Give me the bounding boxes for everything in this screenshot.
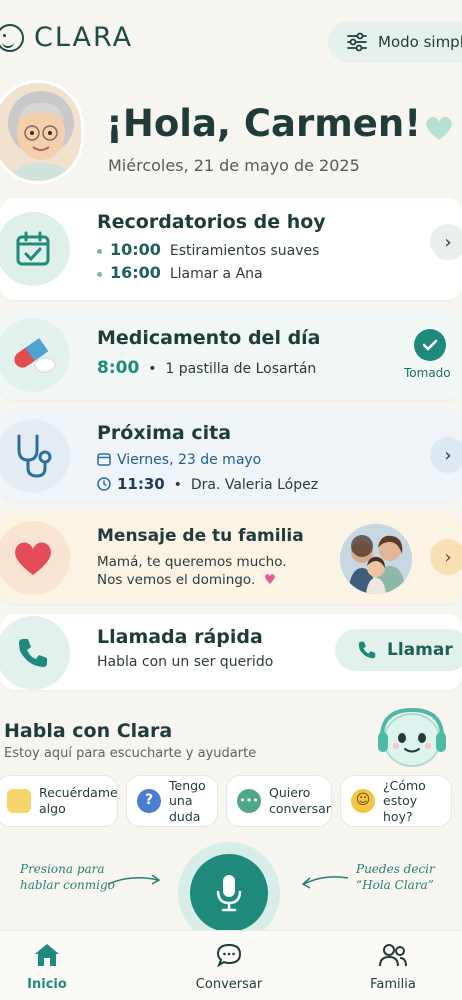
sticky-note-icon bbox=[7, 789, 31, 813]
chip-question[interactable]: ? Tengo una duda bbox=[126, 775, 218, 827]
appointment-doctor: Dra. Valeria López bbox=[190, 477, 319, 493]
chip-label: Recuérdame algo bbox=[39, 785, 118, 816]
phone-icon bbox=[19, 639, 47, 667]
chat-icon bbox=[216, 943, 242, 968]
arrow-left-icon bbox=[301, 876, 349, 889]
pink-heart-icon: ♥ bbox=[263, 572, 276, 588]
phone-small-icon bbox=[358, 641, 376, 659]
appointment-date: Viernes, 23 de mayo bbox=[97, 452, 261, 468]
quick-call-subtitle: Habla con un ser querido bbox=[97, 654, 274, 670]
nav-home[interactable]: Inicio bbox=[0, 941, 102, 992]
quick-call-title: Llamada rápida bbox=[97, 626, 263, 648]
nav-chat[interactable]: Conversar bbox=[174, 941, 284, 992]
nav-family[interactable]: Familia bbox=[338, 941, 448, 992]
question-icon: ? bbox=[137, 789, 161, 813]
chevron-right-icon[interactable]: › bbox=[430, 437, 462, 473]
mic-button[interactable] bbox=[178, 842, 280, 944]
reminder-text: Llamar a Ana bbox=[169, 266, 263, 282]
taken-check-icon[interactable] bbox=[414, 329, 446, 361]
appointment-card[interactable]: Próxima cita Viernes, 23 de mayo 11:30 •… bbox=[0, 410, 462, 502]
header: CLARA Modo simpl bbox=[0, 0, 462, 80]
nav-home-label: Inicio bbox=[27, 977, 67, 992]
greeting-date: Miércoles, 21 de mayo de 2025 bbox=[108, 156, 360, 175]
chip-converse[interactable]: ••• Quiero conversar bbox=[226, 775, 332, 827]
chip-how-am-i[interactable]: ☺ ¿Cómo estoy hoy? bbox=[340, 775, 452, 827]
smiley-icon: ☺ bbox=[351, 789, 375, 813]
mode-label: Modo simpl bbox=[378, 33, 462, 51]
people-icon bbox=[379, 944, 407, 967]
simple-mode-button[interactable]: Modo simpl bbox=[328, 21, 462, 63]
call-button[interactable]: Llamar bbox=[335, 629, 462, 671]
medication-card[interactable]: Medicamento del día 8:00 • 1 pastilla de… bbox=[0, 310, 462, 400]
reminder-text: Estiramientos suaves bbox=[169, 243, 320, 259]
appointment-title: Próxima cita bbox=[97, 422, 232, 444]
medication-detail: 8:00 • 1 pastilla de Losartán bbox=[97, 358, 317, 378]
chip-label: Quiero conversar bbox=[269, 785, 331, 816]
chip-label: ¿Cómo estoy hoy? bbox=[383, 777, 426, 824]
family-photo bbox=[340, 524, 412, 594]
calendar-icon-circle bbox=[0, 212, 70, 286]
pill-icon-circle bbox=[0, 318, 70, 392]
nav-chat-label: Conversar bbox=[195, 977, 263, 992]
clock-icon bbox=[97, 477, 111, 491]
reminders-card[interactable]: Recordatorios de hoy 10:00 Estiramientos… bbox=[0, 198, 462, 300]
chevron-right-icon[interactable]: › bbox=[430, 224, 462, 260]
home-icon bbox=[35, 944, 59, 966]
mic-inner bbox=[190, 854, 268, 932]
red-heart-icon bbox=[15, 542, 51, 575]
heart-icon-circle bbox=[0, 521, 70, 595]
calendar-check-icon bbox=[16, 231, 50, 266]
taken-status: Tomado bbox=[404, 366, 451, 380]
suggestion-chips: Recuérdame algo ? Tengo una duda ••• Quier… bbox=[0, 775, 452, 827]
family-line-2-text: Nos vemos el domingo. bbox=[97, 572, 256, 588]
pill-icon bbox=[14, 338, 56, 373]
calendar-small-icon bbox=[97, 453, 111, 466]
reminder-item: 16:00 Llamar a Ana bbox=[97, 263, 263, 282]
avatar bbox=[0, 80, 84, 184]
medication-time: 8:00 bbox=[97, 358, 140, 378]
greeting-title: ¡Hola, Carmen! bbox=[106, 102, 422, 145]
talk-title: Habla con Clara bbox=[4, 720, 173, 742]
quick-call-card: Llamada rápida Habla con un ser querido … bbox=[0, 614, 462, 690]
stethoscope-icon bbox=[17, 434, 52, 478]
app-screen: CLARA Modo simpl ¡Hola, Carmen! Miércole… bbox=[0, 0, 462, 1000]
mic-hint-left: Presiona para hablar conmigo bbox=[20, 862, 115, 892]
heart-icon bbox=[426, 116, 452, 140]
phone-icon-circle bbox=[0, 616, 70, 690]
chip-remind[interactable]: Recuérdame algo bbox=[0, 775, 118, 827]
reminder-time: 16:00 bbox=[110, 263, 161, 282]
medication-title: Medicamento del día bbox=[97, 327, 321, 349]
medication-text: 1 pastilla de Losartán bbox=[165, 361, 317, 377]
sliders-icon bbox=[347, 32, 367, 52]
appointment-time-text: 11:30 bbox=[117, 475, 165, 493]
greeting-section: ¡Hola, Carmen! Miércoles, 21 de mayo de … bbox=[0, 80, 462, 192]
family-title: Mensaje de tu familia bbox=[97, 526, 304, 546]
microphone-icon bbox=[216, 875, 242, 912]
bottom-nav: Inicio Conversar Familia bbox=[0, 930, 462, 1000]
robot-mascot-icon bbox=[372, 704, 452, 770]
nav-family-label: Familia bbox=[370, 977, 416, 992]
talk-subtitle: Estoy aquí para escucharte y ayudarte bbox=[4, 746, 257, 761]
stethoscope-icon-circle bbox=[0, 419, 70, 493]
chevron-right-icon[interactable]: › bbox=[430, 539, 462, 575]
reminder-time: 10:00 bbox=[110, 240, 161, 259]
family-line-1: Mamá, te queremos mucho. bbox=[97, 554, 287, 570]
app-logo: CLARA bbox=[0, 22, 133, 53]
family-line-2: Nos vemos el domingo. ♥ bbox=[97, 572, 276, 588]
appointment-date-text: Viernes, 23 de mayo bbox=[117, 452, 262, 468]
reminders-title: Recordatorios de hoy bbox=[97, 211, 326, 233]
logo-text: CLARA bbox=[34, 22, 134, 53]
chat-bubble-icon: ••• bbox=[237, 789, 261, 813]
chip-label: Tengo una duda bbox=[169, 777, 206, 824]
family-card[interactable]: Mensaje de tu familia Mamá, te queremos … bbox=[0, 512, 462, 604]
arrow-right-icon bbox=[107, 874, 161, 885]
reminder-item: 10:00 Estiramientos suaves bbox=[97, 240, 319, 259]
smile-logo-icon bbox=[0, 23, 24, 52]
call-button-label: Llamar bbox=[387, 640, 453, 660]
mic-hint-right: Puedes decir “Hola Clara” bbox=[356, 862, 435, 892]
appointment-time: 11:30 • Dra. Valeria López bbox=[97, 475, 318, 493]
